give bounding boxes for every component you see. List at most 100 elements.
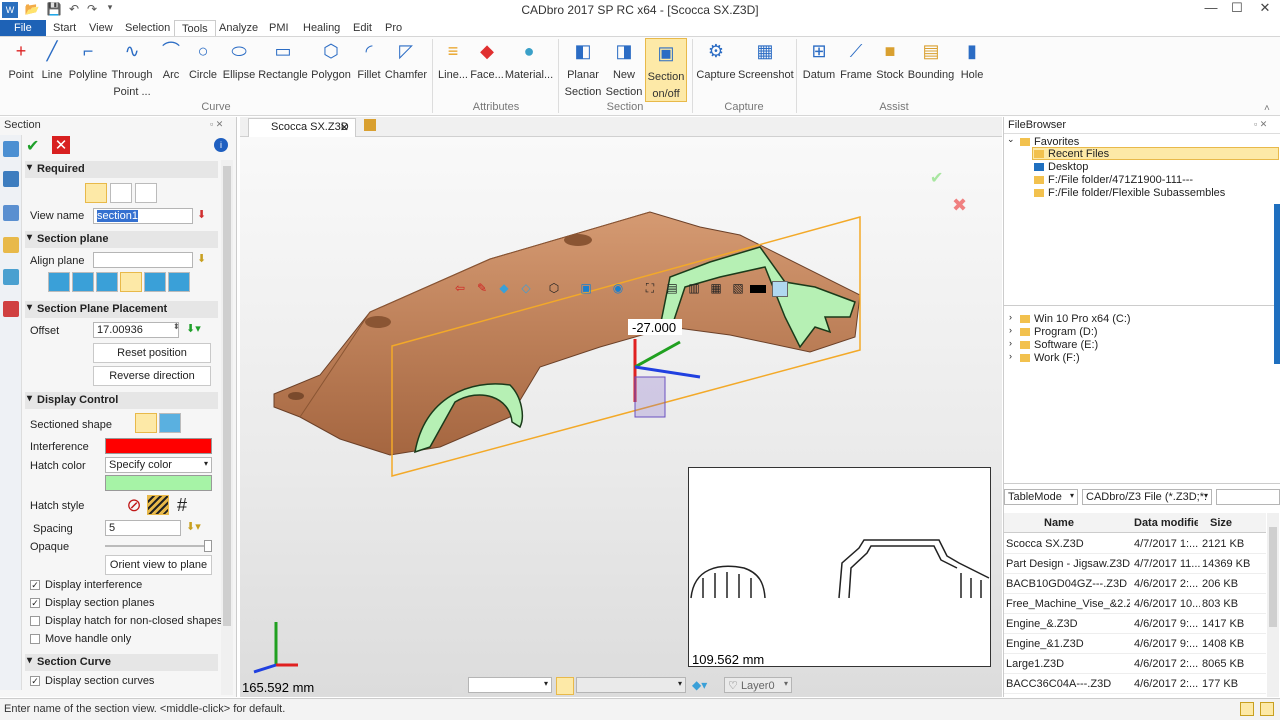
close-tab-icon[interactable]: ✕ — [340, 121, 349, 134]
exit-icon[interactable]: ⇦ — [452, 280, 468, 296]
part-body[interactable] — [273, 211, 861, 456]
no-hatch-icon[interactable]: ⊘ — [123, 495, 145, 515]
offset-pick-icon[interactable]: ⬇▾ — [186, 322, 201, 335]
pin-icon[interactable]: ▫ ✕ — [210, 119, 223, 130]
layer-icon[interactable] — [3, 269, 19, 285]
display-section-planes-checkbox[interactable]: ✓ — [30, 598, 40, 608]
plane-custom2-icon[interactable] — [144, 272, 166, 292]
file-table-scrollbar[interactable] — [1267, 513, 1279, 697]
plane-custom1-icon[interactable] — [120, 272, 142, 292]
move-handle-checkbox[interactable] — [30, 634, 40, 644]
fillet-button[interactable]: ◜ Fillet — [354, 37, 384, 101]
display-control-header[interactable]: Display Control — [25, 392, 218, 409]
interference-color-swatch[interactable] — [105, 438, 212, 454]
table-row[interactable]: BACC36C04A---.Z3D 4/6/2017 2:... 177 KB — [1004, 674, 1266, 694]
default-arrow-icon[interactable]: ⬇ — [197, 208, 206, 221]
grid-hatch-icon[interactable]: # — [171, 495, 193, 515]
quick-access-menu-icon[interactable]: ▾ — [102, 2, 118, 18]
table-row[interactable]: Free_Machine_Vise_&2.Z3D 4/6/2017 10...80… — [1004, 594, 1266, 614]
save-icon[interactable]: 💾 — [46, 2, 62, 18]
opaque-slider-track[interactable] — [105, 545, 212, 547]
pick-filter-icon[interactable] — [556, 677, 574, 695]
file-filter-select[interactable]: CADbro/Z3 File (*.Z3D;*. ▾ — [1082, 489, 1212, 505]
redo-icon[interactable]: ↷ — [84, 2, 100, 18]
table-row[interactable]: Engine_&.Z3D 4/6/2017 9:... 1417 KB — [1004, 614, 1266, 634]
hatch-color-select[interactable]: Specify color ▾ — [105, 457, 212, 473]
side-tab-strip[interactable] — [1274, 204, 1280, 364]
file-search-input[interactable] — [1216, 489, 1280, 505]
reject-x-icon[interactable]: ✖ — [952, 195, 967, 215]
shape-solid-icon[interactable] — [135, 413, 157, 433]
menu-edit[interactable]: Edit — [346, 20, 379, 36]
shaded-icon[interactable]: ◆ — [496, 280, 512, 296]
section-curve-header[interactable]: Section Curve — [25, 654, 218, 671]
maximize-icon[interactable]: ☐ — [1224, 0, 1250, 20]
ellipse-button[interactable]: ⬭ Ellipse — [220, 37, 258, 101]
table-mode-select[interactable]: TableMode ▾ — [1004, 489, 1078, 505]
display-mode-2-icon[interactable]: ▥ — [686, 280, 702, 296]
spacing-input[interactable]: 5 — [105, 520, 181, 536]
hatch-color-swatch[interactable] — [105, 475, 212, 491]
col-size[interactable]: Size — [1210, 517, 1232, 529]
fit-icon[interactable]: ⛶ — [642, 280, 658, 296]
spacing-pick-icon[interactable]: ⬇▾ — [186, 520, 201, 533]
view-icon[interactable] — [3, 237, 19, 253]
standard-view-icon[interactable]: ▣ — [578, 280, 594, 296]
offset-input[interactable]: 17.00936 — [93, 322, 179, 338]
fav-folder-flexible[interactable]: F:/File folder/Flexible Subassembles — [1034, 187, 1225, 199]
table-row[interactable]: BACB10GD04GZ---.Z3D 4/6/2017 2:... 206 KB — [1004, 574, 1266, 594]
ok-check-icon[interactable]: ✔ — [26, 136, 42, 155]
handle-axis-y[interactable] — [634, 340, 681, 369]
file-table-scrollbar-thumb[interactable] — [1269, 527, 1277, 627]
undo-icon[interactable]: ↶ — [66, 2, 82, 18]
line-button[interactable]: ╱ Line — [38, 37, 66, 101]
stock-button[interactable]: ■ Stock — [874, 37, 906, 101]
table-row[interactable]: Part Design - Jigsaw.Z3D 4/7/2017 11... 14… — [1004, 554, 1266, 574]
display-mode-3-icon[interactable]: ▦ — [708, 280, 724, 296]
material-button[interactable]: ● Material... — [504, 37, 554, 101]
fav-desktop[interactable]: Desktop — [1034, 161, 1088, 173]
table-row[interactable]: Large1.Z3D 4/6/2017 2:... 8065 KB — [1004, 654, 1266, 674]
box-mode-icon[interactable] — [135, 183, 157, 203]
align-pick-icon[interactable]: ⬇ — [197, 252, 206, 265]
new-tab-icon[interactable] — [364, 119, 376, 131]
planar-section-button[interactable]: ◧ Planar Section — [562, 37, 604, 101]
info-icon[interactable]: i — [214, 138, 228, 152]
dimension-label[interactable]: -27.000 — [632, 320, 676, 335]
menu-selection[interactable]: Selection — [118, 20, 177, 36]
circle-button[interactable]: ○ Circle — [186, 37, 220, 101]
pencil-icon[interactable]: ✎ — [474, 280, 490, 296]
face-attribute-button[interactable]: ◆ Face... — [470, 37, 504, 101]
frame-button[interactable]: ⟋ Frame — [838, 37, 874, 101]
plane-custom3-icon[interactable] — [168, 272, 190, 292]
menu-analyze[interactable]: Analyze — [212, 20, 265, 36]
assembly-icon[interactable] — [3, 171, 19, 187]
plane-xy-icon[interactable] — [48, 272, 70, 292]
screenshot-button[interactable]: ▦ Screenshot — [738, 37, 794, 101]
orient-view-button[interactable]: Orient view to plane — [105, 555, 212, 575]
zoom-icon[interactable]: ◉ — [610, 280, 626, 296]
attribute-icon[interactable] — [3, 301, 19, 317]
fav-folder-471[interactable]: F:/File folder/471Z1900-111--- — [1034, 174, 1193, 186]
display-hatch-checkbox[interactable] — [30, 616, 40, 626]
reverse-direction-button[interactable]: Reverse direction — [93, 366, 211, 386]
datum-button[interactable]: ⊞ Datum — [800, 37, 838, 101]
through-point-button[interactable]: ∿ Through Point ... — [110, 37, 154, 101]
menu-tools[interactable]: Tools — [174, 20, 216, 36]
line-attribute-button[interactable]: ≡ Line... — [436, 37, 470, 101]
view-name-input[interactable]: section1 — [93, 208, 193, 224]
opaque-slider-handle[interactable] — [204, 540, 212, 552]
placement-header[interactable]: Section Plane Placement — [25, 301, 218, 318]
display-mode-1-icon[interactable]: ▤ — [664, 280, 680, 296]
polygon-button[interactable]: ⬡ Polygon — [308, 37, 354, 101]
new-section-button[interactable]: ◨ New Section — [604, 37, 644, 101]
drive-expand-icon[interactable]: › — [1009, 325, 1012, 335]
entity-filter-select[interactable]: ▾ — [576, 677, 686, 693]
handle-box[interactable] — [634, 376, 666, 418]
drive-expand-icon[interactable]: › — [1009, 351, 1012, 361]
open-icon[interactable]: 📂 — [24, 2, 40, 18]
reset-position-button[interactable]: Reset position — [93, 343, 211, 363]
tab-scocca[interactable]: Scocca SX.Z3D ✕ — [248, 118, 356, 137]
history-icon[interactable] — [3, 141, 19, 157]
plane-mode-icon[interactable] — [85, 183, 107, 203]
